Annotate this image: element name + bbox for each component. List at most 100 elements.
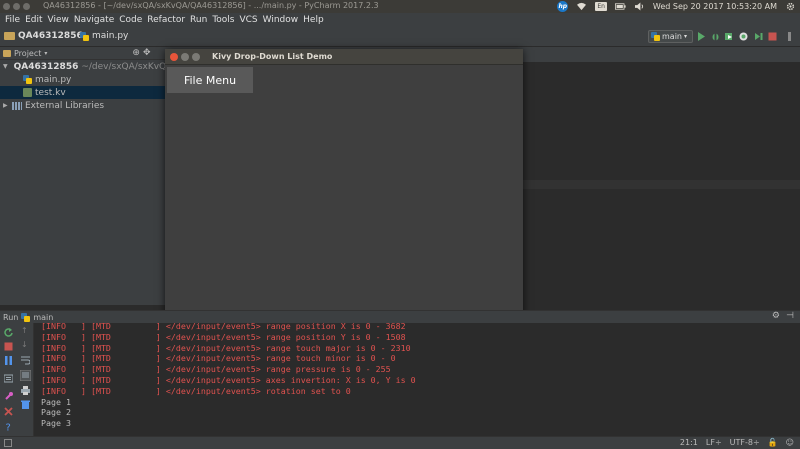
hide-panel-icon[interactable]: ⊣ <box>786 311 794 321</box>
caret-position[interactable]: 21:1 <box>680 438 698 447</box>
close-icon[interactable] <box>4 407 13 416</box>
line-separator[interactable]: LF÷ <box>706 438 722 447</box>
menu-file[interactable]: File <box>5 15 20 25</box>
soft-wrap-icon[interactable] <box>21 356 30 365</box>
console-line: Page 2 <box>41 407 71 418</box>
file-menu-button[interactable]: File Menu <box>167 67 253 93</box>
dump-threads-icon[interactable] <box>4 374 13 383</box>
lock-icon[interactable]: 🔓 <box>768 438 778 447</box>
rerun-icon[interactable] <box>754 32 763 41</box>
inspector-icon[interactable]: ☺ <box>786 438 794 447</box>
stop-icon[interactable] <box>768 32 777 41</box>
profile-icon[interactable] <box>739 32 748 41</box>
down-arrow-icon[interactable]: ↓ <box>21 340 30 349</box>
library-icon <box>12 101 22 110</box>
console-line: [INFO ] [MTD ] </dev/input/event5> range… <box>41 364 391 375</box>
minimize-icon[interactable] <box>181 52 189 61</box>
console-line: [INFO ] [MTD ] </dev/input/event5> rotat… <box>41 385 351 396</box>
console-line: Page 1 <box>41 396 71 407</box>
menu-window[interactable]: Window <box>263 15 299 25</box>
kivy-window-controls <box>170 52 200 61</box>
up-arrow-icon[interactable]: ↑ <box>21 326 30 335</box>
trash-icon[interactable] <box>21 400 30 409</box>
console-line: [INFO ] [MTD ] </dev/input/event5> range… <box>41 323 406 331</box>
close-window-icon[interactable] <box>3 3 10 10</box>
navigation-bar: QA46312856 main.py main ▾ <box>0 27 800 47</box>
run-label: Run <box>3 312 19 322</box>
kivy-app-window: Kivy Drop-Down List Demo File Menu <box>165 49 523 318</box>
rerun-icon[interactable] <box>4 328 13 337</box>
coverage-icon[interactable] <box>725 32 734 41</box>
clock[interactable]: Wed Sep 20 2017 10:53:20 AM <box>653 2 777 11</box>
console-line: [INFO ] [MTD ] </dev/input/event5> axes … <box>41 375 416 385</box>
chevron-down-icon[interactable]: ▾ <box>44 50 47 57</box>
window-title: QA46312856 - [~/dev/sxQA/sxKvQA/QA463128… <box>43 1 379 10</box>
close-icon[interactable] <box>170 52 178 61</box>
collapsed-arrow-icon[interactable]: ▶ <box>3 102 9 109</box>
pause-icon[interactable] <box>4 356 13 365</box>
wifi-icon[interactable] <box>576 2 587 11</box>
menu-vcs[interactable]: VCS <box>239 15 257 25</box>
menu-bar: File Edit View Navigate Code Refactor Ru… <box>0 13 800 27</box>
pin-icon[interactable]: ✥ <box>143 48 151 58</box>
scroll-to-end-icon[interactable] <box>20 370 31 381</box>
tool-windows-icon[interactable] <box>4 439 12 447</box>
status-bar: 21:1 LF÷ UTF-8÷ 🔓 ☺ <box>0 436 800 449</box>
status-bar-right: 21:1 LF÷ UTF-8÷ 🔓 ☺ <box>680 438 794 447</box>
run-toolbar-left: ? <box>0 323 16 436</box>
run-config-selector[interactable]: main ▾ <box>648 30 693 43</box>
minimize-window-icon[interactable] <box>13 3 20 10</box>
menu-view[interactable]: View <box>48 15 69 25</box>
settings-gear-icon[interactable] <box>785 2 796 11</box>
gear-icon[interactable]: ⚙ <box>772 311 780 321</box>
more-icon[interactable] <box>785 32 794 41</box>
console-line: [INFO ] [MTD ] </dev/input/event5> range… <box>41 342 411 353</box>
pin-tab-icon[interactable] <box>4 392 13 401</box>
system-tray: hp En Wed Sep 20 2017 10:53:20 AM <box>557 0 796 13</box>
kivy-window-title: Kivy Drop-Down List Demo <box>212 52 333 61</box>
chevron-down-icon: ▾ <box>684 33 688 40</box>
menu-help[interactable]: Help <box>303 15 324 25</box>
menu-code[interactable]: Code <box>119 15 142 25</box>
run-icon[interactable] <box>697 32 706 41</box>
svg-text:?: ? <box>6 423 11 432</box>
breadcrumb-project[interactable]: QA46312856 <box>4 31 83 41</box>
expand-arrow-icon[interactable]: ▼ <box>3 63 8 70</box>
tree-file-test-kv[interactable]: test.kv <box>0 86 165 99</box>
volume-icon[interactable] <box>634 2 645 11</box>
debug-icon[interactable] <box>711 32 720 41</box>
maximize-icon[interactable] <box>192 52 200 61</box>
stop-icon[interactable] <box>4 342 13 351</box>
menu-edit[interactable]: Edit <box>25 15 42 25</box>
help-icon[interactable]: ? <box>4 422 13 432</box>
menu-run[interactable]: Run <box>190 15 207 25</box>
run-toolbar-secondary: ↑ ↓ <box>16 323 34 436</box>
run-panel-header: Run main ⚙ ⊣ <box>0 310 800 323</box>
folder-icon <box>4 32 15 40</box>
console-output[interactable]: [INFO ] [MTD ] </dev/input/event5> range… <box>34 323 800 436</box>
python-file-icon <box>23 75 32 84</box>
hp-logo-icon[interactable]: hp <box>557 1 569 12</box>
battery-icon[interactable] <box>614 2 626 11</box>
project-panel: Project ▾ ⊕ ✥ ▼ QA46312856 ~/dev/sxQA/sx… <box>0 47 172 305</box>
print-icon[interactable] <box>21 386 30 395</box>
kv-file-icon <box>23 88 32 97</box>
menu-refactor[interactable]: Refactor <box>147 15 185 25</box>
console-line: [INFO ] [MTD ] </dev/input/event5> range… <box>41 331 406 342</box>
kivy-window-titlebar[interactable]: Kivy Drop-Down List Demo <box>165 49 523 65</box>
window-controls[interactable] <box>3 3 30 10</box>
tree-root[interactable]: ▼ QA46312856 ~/dev/sxQA/sxKvQA <box>0 60 172 73</box>
tree-file-main[interactable]: main.py <box>0 73 165 86</box>
menu-tools[interactable]: Tools <box>212 15 234 25</box>
maximize-window-icon[interactable] <box>23 3 30 10</box>
menu-navigate[interactable]: Navigate <box>74 15 114 25</box>
keyboard-layout-indicator[interactable]: En <box>595 2 607 11</box>
python-file-icon <box>651 32 660 41</box>
breadcrumb-file[interactable]: main.py <box>80 31 128 41</box>
sync-icon[interactable]: ⊕ <box>132 48 140 58</box>
project-panel-header[interactable]: Project ▾ ⊕ ✥ <box>0 47 165 60</box>
tree-external-libraries[interactable]: ▶ External Libraries <box>0 99 165 112</box>
run-tab-main[interactable]: main <box>33 313 53 322</box>
console-line: [INFO ] [MTD ] </dev/input/event5> range… <box>41 353 396 364</box>
file-encoding[interactable]: UTF-8÷ <box>730 438 760 447</box>
